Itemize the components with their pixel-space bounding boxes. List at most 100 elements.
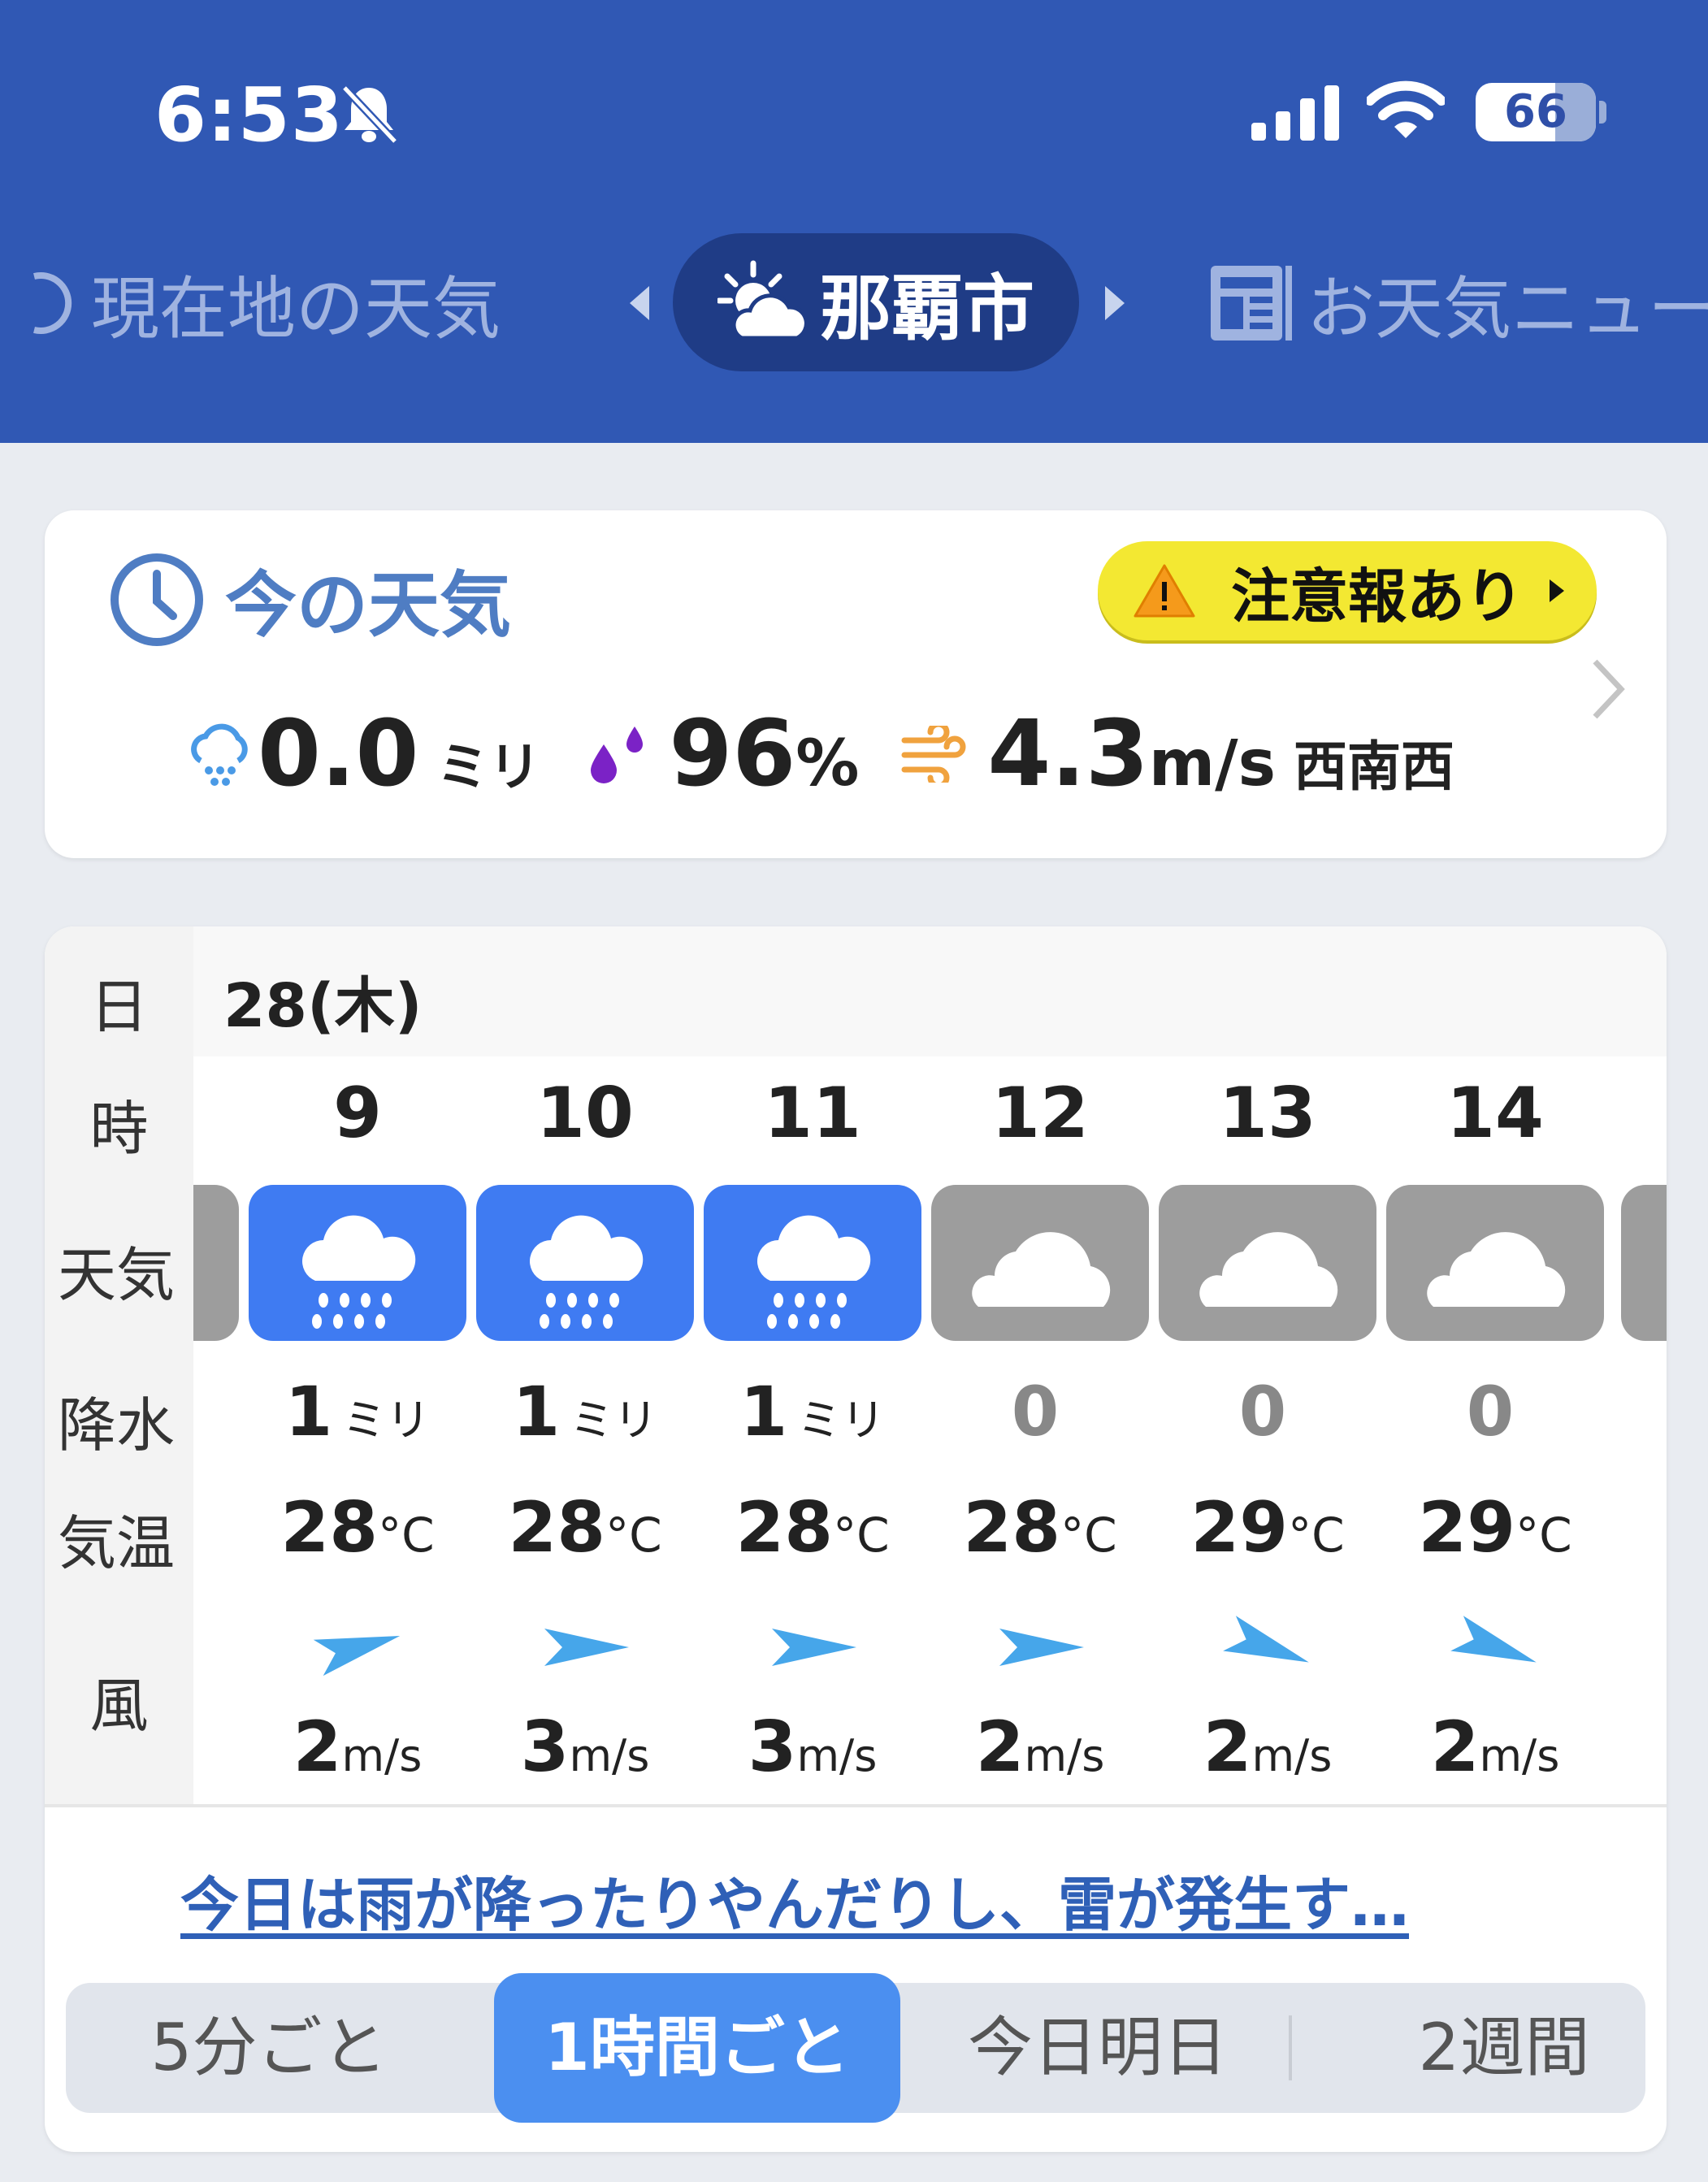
tab-separator <box>1289 2015 1292 2080</box>
tab-5min[interactable]: 5分ごと <box>98 1983 440 2113</box>
row-label-day: 日 <box>89 973 149 1041</box>
wind-speed-unit: m/s <box>569 1730 650 1781</box>
wind-speed-value: 2 <box>1430 1707 1480 1788</box>
wind-icon <box>901 726 966 783</box>
forecast-range-tabs: 5分ごと 1時間ごと 今日明日 2週間 <box>66 1973 1645 2123</box>
weather-box[interactable] <box>476 1185 694 1341</box>
forecast-divider <box>45 1804 1667 1807</box>
nav-city-label: 那覇市 <box>819 266 1034 350</box>
temp-cell: 29°C <box>1381 1487 1609 1568</box>
wind-speed-value: 2 <box>1203 1707 1252 1788</box>
sun-cloud-icon <box>717 260 808 341</box>
wind-speed-unit: m/s <box>796 1730 878 1781</box>
wind-arrow-icon <box>1450 1616 1537 1663</box>
current-weather-title-text: 今の天気 <box>225 563 512 647</box>
temp-cell: 28°C <box>926 1487 1154 1568</box>
tab-today-tomorrow[interactable]: 今日明日 <box>927 1983 1268 2113</box>
wind-direction: 西南西 <box>1294 735 1455 798</box>
precip-value: 1 <box>512 1372 561 1451</box>
location-icon <box>33 272 72 334</box>
temp-cell: 29°C <box>1154 1487 1381 1568</box>
wind-speed-cell: 3m/s <box>471 1707 699 1788</box>
current-weather-card[interactable]: 今の天気 注意報あり 0.0 ミリ 96 % 4.3 m/s 西南西 <box>45 510 1667 858</box>
precip-value: 1 <box>739 1372 788 1451</box>
wind-arrow-icon <box>999 1629 1084 1666</box>
rain-unit: ミリ <box>436 738 541 798</box>
hour-label: 11 <box>764 1073 861 1154</box>
current-metrics: 0.0 ミリ 96 % 4.3 m/s 西南西 <box>184 701 1454 807</box>
tab-today-tomorrow-label: 今日明日 <box>968 2010 1228 2085</box>
temp-value: 28 <box>508 1487 606 1568</box>
temp-value: 28 <box>280 1487 379 1568</box>
weather-box[interactable] <box>1159 1185 1376 1341</box>
humidity-drop-icon <box>591 727 644 783</box>
temp-unit: °C <box>833 1507 890 1563</box>
wind-speed-cell: 2m/s <box>1381 1707 1609 1788</box>
temp-unit: °C <box>605 1507 662 1563</box>
status-time: 6:53 <box>154 72 344 158</box>
humidity-value: 96 <box>669 701 796 807</box>
precip-cell: 1 ミリ <box>244 1372 471 1451</box>
row-label-precip: 降水 <box>58 1391 176 1460</box>
nav-next-arrow-icon[interactable] <box>1103 284 1126 322</box>
advisory-badge[interactable]: 注意報あり <box>1098 541 1597 640</box>
precip-value: 0 <box>1238 1372 1287 1451</box>
row-label-wind: 風 <box>89 1672 149 1740</box>
tab-two-weeks-label: 2週間 <box>1418 2010 1590 2085</box>
weather-box-partial-left <box>193 1185 239 1341</box>
chevron-right-icon[interactable] <box>1589 657 1628 722</box>
nav-current-location[interactable]: 現在地の天気 <box>23 258 501 349</box>
temp-unit: °C <box>1515 1507 1572 1563</box>
app-header: 6:53 66 現在地の天気 那覇市 お天気ニュー <box>0 0 1708 443</box>
nav-city-tab[interactable]: 那覇市 <box>673 233 1079 371</box>
precip-value: 0 <box>1466 1372 1515 1451</box>
weather-box[interactable] <box>1386 1185 1604 1341</box>
tab-hourly[interactable]: 1時間ごと <box>494 1973 900 2123</box>
wind-speed-cell: 2m/s <box>1154 1707 1381 1788</box>
temp-unit: °C <box>1060 1507 1117 1563</box>
battery-icon: 66 <box>1476 83 1596 141</box>
nav-weather-news[interactable]: お天気ニュー <box>1207 258 1708 349</box>
hour-label: 13 <box>1219 1073 1316 1154</box>
wind-speed-value: 2 <box>975 1707 1025 1788</box>
nav-prev-arrow-icon[interactable] <box>628 284 651 322</box>
rain-cloud-icon <box>757 1215 871 1329</box>
tab-two-weeks[interactable]: 2週間 <box>1333 1983 1667 2113</box>
signal-icon <box>1251 85 1339 141</box>
temp-value: 29 <box>1418 1487 1516 1568</box>
wind-arrow-icon <box>772 1629 856 1666</box>
wind-unit: m/s <box>1148 727 1277 800</box>
nav-current-location-label: 現在地の天気 <box>91 268 501 349</box>
wind-speed-value: 2 <box>293 1707 342 1788</box>
precip-unit: ミリ <box>342 1395 431 1446</box>
weather-box[interactable] <box>704 1185 921 1341</box>
wind-speed-unit: m/s <box>1479 1730 1560 1781</box>
precip-cell: 0 <box>1154 1372 1381 1451</box>
wind-speed-cell: 2m/s <box>926 1707 1154 1788</box>
forecast-date: 28(木) <box>223 971 423 1041</box>
precip-unit: ミリ <box>797 1395 886 1446</box>
weather-box[interactable] <box>931 1185 1149 1341</box>
forecast-summary-link[interactable]: 今日は雨が降ったりやんだりし、雷が発生す… <box>180 1857 1409 1942</box>
wind-speed-cell: 3m/s <box>699 1707 926 1788</box>
temp-unit: °C <box>1288 1507 1345 1563</box>
precip-unit: ミリ <box>570 1395 658 1446</box>
clock-icon <box>111 553 203 646</box>
wind-arrow-icon <box>544 1629 629 1666</box>
temp-unit: °C <box>378 1507 435 1563</box>
row-label-weather: 天気 <box>58 1241 176 1309</box>
precip-cell: 0 <box>926 1372 1154 1451</box>
weather-box[interactable] <box>249 1185 466 1341</box>
rain-value: 0.0 <box>258 701 419 807</box>
warning-icon <box>1134 564 1195 618</box>
wind-speed-unit: m/s <box>341 1730 423 1781</box>
bell-slash-icon <box>341 85 398 145</box>
row-label-hour: 時 <box>89 1095 149 1163</box>
wind-speed-cell: 2m/s <box>244 1707 471 1788</box>
hour-label: 14 <box>1446 1073 1544 1154</box>
precip-cell: 1 ミリ <box>699 1372 926 1451</box>
hourly-forecast-card: 日 時 天気 降水 気温 風 28(木) 9 1 ミリ 28°C 2m/s 10… <box>45 926 1667 2152</box>
rain-gauge-icon <box>191 723 248 786</box>
temp-value: 29 <box>1190 1487 1289 1568</box>
precip-value: 0 <box>1011 1372 1060 1451</box>
